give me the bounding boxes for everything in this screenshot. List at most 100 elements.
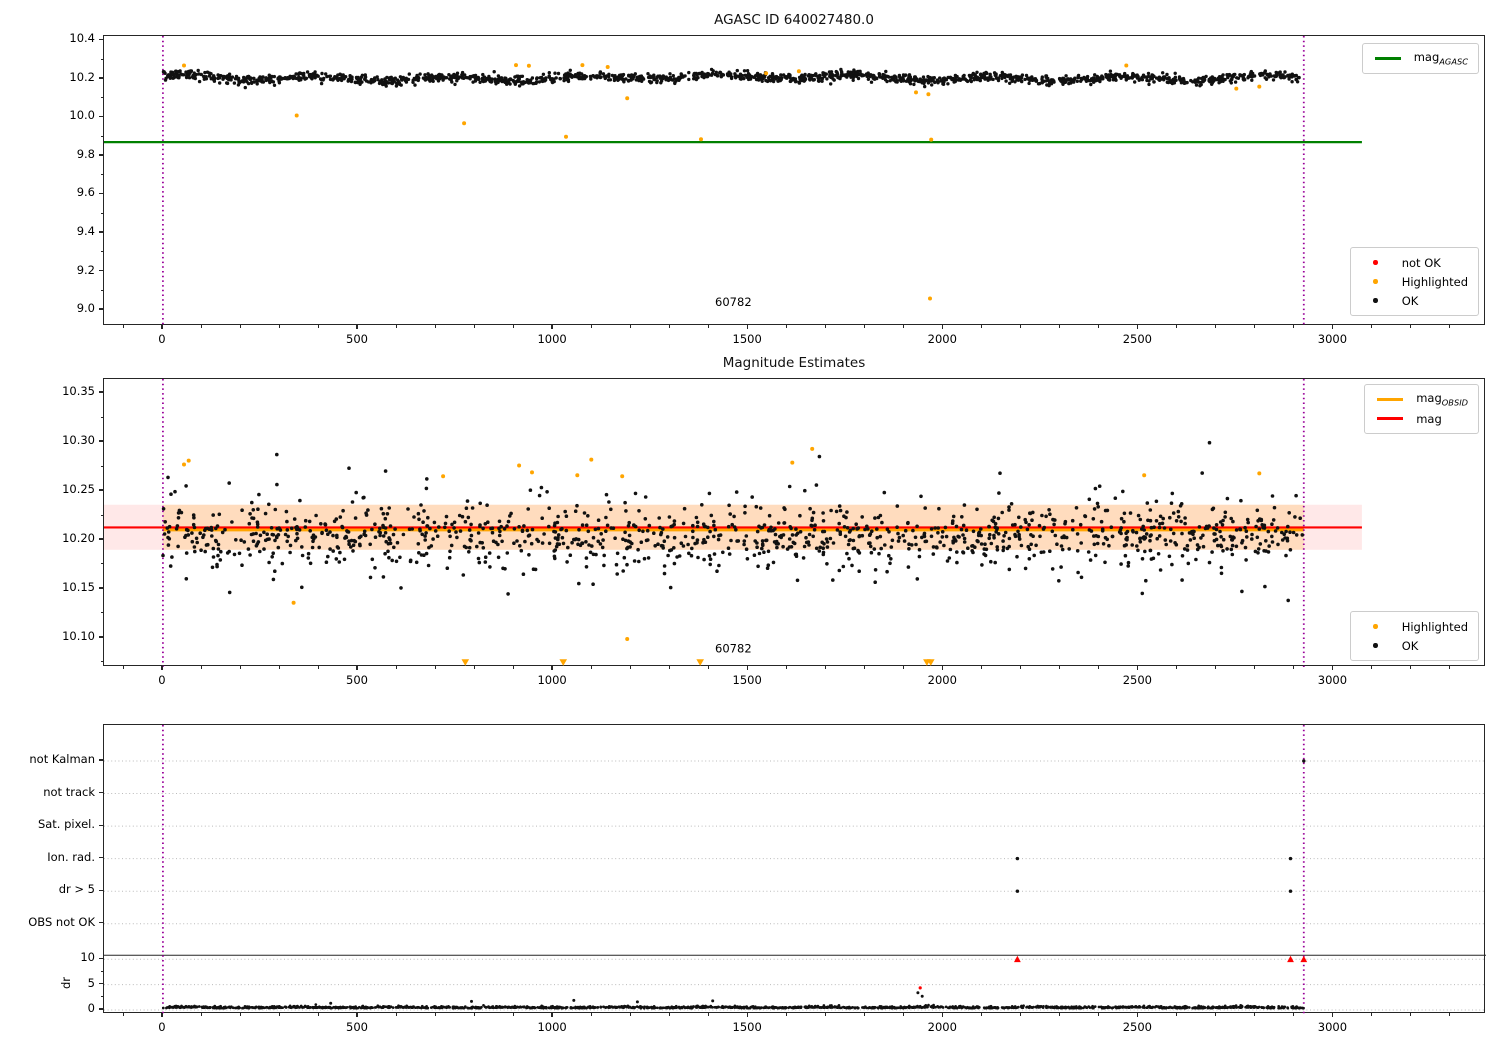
y-minor-tick-mark xyxy=(100,563,103,565)
highlighted-points xyxy=(182,63,1262,301)
flag-label: Ion. rad. xyxy=(47,849,95,864)
flag-event-points xyxy=(1015,759,1306,893)
y-minor-tick-mark xyxy=(100,416,103,418)
plot2-axes-estimates: 60782 xyxy=(103,378,1485,667)
x-minor-tick-mark xyxy=(435,1013,437,1016)
y-tick-mark xyxy=(99,308,103,310)
x-minor-tick-mark xyxy=(513,666,515,669)
x-minor-tick-mark xyxy=(1020,325,1022,328)
x-tick-label: 3000 xyxy=(1317,673,1348,687)
x-minor-tick-mark xyxy=(200,325,202,328)
x-tick-label: 1500 xyxy=(732,332,762,346)
dr-tick-label: 0 xyxy=(87,1001,95,1015)
y-tick-label: 9.6 xyxy=(76,185,95,200)
x-minor-tick-mark xyxy=(669,325,671,328)
y-tick-label: 9.8 xyxy=(76,146,95,161)
x-tick-label: 0 xyxy=(158,332,166,346)
x-minor-tick-mark xyxy=(669,666,671,669)
legend-point-categories: not OK Highlighted OK xyxy=(1349,247,1479,316)
y-tick-mark xyxy=(99,77,103,79)
y-tick-label: 9.0 xyxy=(76,301,95,316)
dr-tick-label: 10 xyxy=(80,950,95,965)
x-tick-mark xyxy=(941,666,943,670)
legend-swatch xyxy=(1359,260,1393,265)
legend-item: mag xyxy=(1373,409,1468,428)
x-minor-tick-mark xyxy=(1215,1013,1217,1016)
y-tick-label: 10.15 xyxy=(62,579,95,594)
dr-tick-mark xyxy=(99,957,103,959)
flag-label: Sat. pixel. xyxy=(37,817,95,832)
legend-swatch xyxy=(1373,398,1407,401)
y-tick-label: 10.25 xyxy=(62,482,95,496)
x-minor-tick-mark xyxy=(1020,1013,1022,1016)
x-minor-tick-mark xyxy=(1371,325,1373,328)
x-tick-mark xyxy=(1331,666,1334,670)
x-minor-tick-mark xyxy=(513,325,515,328)
x-tick-label: 2000 xyxy=(927,673,957,687)
x-minor-tick-mark xyxy=(708,666,710,669)
x-minor-tick-mark xyxy=(786,666,788,669)
x-minor-tick-mark xyxy=(864,1013,866,1016)
x-minor-tick-mark xyxy=(1098,1013,1100,1016)
x-minor-tick-mark xyxy=(630,325,632,328)
y-tick-mark xyxy=(99,440,103,442)
x-minor-tick-mark xyxy=(864,666,866,669)
legend-item: OK xyxy=(1359,291,1468,310)
x-tick-mark xyxy=(746,1013,748,1017)
dr-spike-points xyxy=(329,991,924,1005)
x-minor-tick-mark xyxy=(825,1013,827,1016)
x-minor-tick-mark xyxy=(981,1013,983,1016)
legend-swatch xyxy=(1373,417,1407,420)
x-minor-tick-mark xyxy=(1410,666,1412,669)
x-minor-tick-mark xyxy=(239,1013,241,1016)
y-tick-label: 9.4 xyxy=(76,223,95,238)
flag-label: not track xyxy=(43,784,95,799)
x-minor-tick-mark xyxy=(1410,325,1412,328)
x-tick-label: 1000 xyxy=(537,673,567,687)
y-minor-tick-mark xyxy=(100,58,103,60)
OK-legend-dot xyxy=(1373,298,1378,303)
x-tick-mark xyxy=(551,1013,553,1017)
x-tick-mark xyxy=(161,325,163,329)
legend-label: mag xyxy=(1416,411,1442,426)
legend-label: not OK xyxy=(1401,255,1441,270)
x-tick-label: 1500 xyxy=(732,673,762,687)
y-tick-label: 10.4 xyxy=(69,31,95,46)
figure: AGASC ID 640027480.0 Magnitude Estimates… xyxy=(0,0,1500,1050)
x-minor-tick-mark xyxy=(122,1013,124,1016)
x-minor-tick-mark xyxy=(981,325,983,328)
x-minor-tick-mark xyxy=(513,1013,515,1016)
x-minor-tick-mark xyxy=(825,325,827,328)
x-minor-tick-mark xyxy=(1371,1013,1373,1016)
not OK-legend-dot xyxy=(1373,260,1378,265)
x-tick-label: 2000 xyxy=(927,332,957,346)
x-minor-tick-mark xyxy=(1059,1013,1061,1016)
y-minor-tick-mark xyxy=(100,174,103,176)
x-minor-tick-mark xyxy=(239,666,241,669)
x-tick-mark xyxy=(356,325,358,329)
legend-swatch xyxy=(1359,298,1393,303)
x-minor-tick-mark xyxy=(317,325,319,328)
y-tick-mark xyxy=(99,154,103,156)
x-minor-tick-mark xyxy=(1176,1013,1178,1016)
legend-label: magOBSID xyxy=(1416,391,1468,408)
y-tick-mark xyxy=(99,115,103,118)
x-minor-tick-mark xyxy=(200,666,202,669)
x-minor-tick-mark xyxy=(825,666,827,669)
y-tick-mark xyxy=(99,38,103,41)
y-tick-label: 9.2 xyxy=(76,262,95,277)
x-minor-tick-mark xyxy=(1254,1013,1256,1016)
x-tick-label: 500 xyxy=(346,1020,368,1034)
x-tick-mark xyxy=(161,1013,163,1017)
x-minor-tick-mark xyxy=(122,666,124,669)
y-tick-mark xyxy=(99,538,103,540)
x-tick-mark xyxy=(356,666,358,670)
legend-item: not OK xyxy=(1359,253,1468,272)
legend-mag-lines: magOBSID mag xyxy=(1364,384,1479,434)
flag-label: OBS not OK xyxy=(28,914,95,929)
x-minor-tick-mark xyxy=(1215,666,1217,669)
Highlighted-legend-dot xyxy=(1373,624,1378,629)
x-tick-label: 3000 xyxy=(1317,332,1348,346)
x-minor-tick-mark xyxy=(474,325,476,328)
flag-tick-mark xyxy=(99,824,103,826)
